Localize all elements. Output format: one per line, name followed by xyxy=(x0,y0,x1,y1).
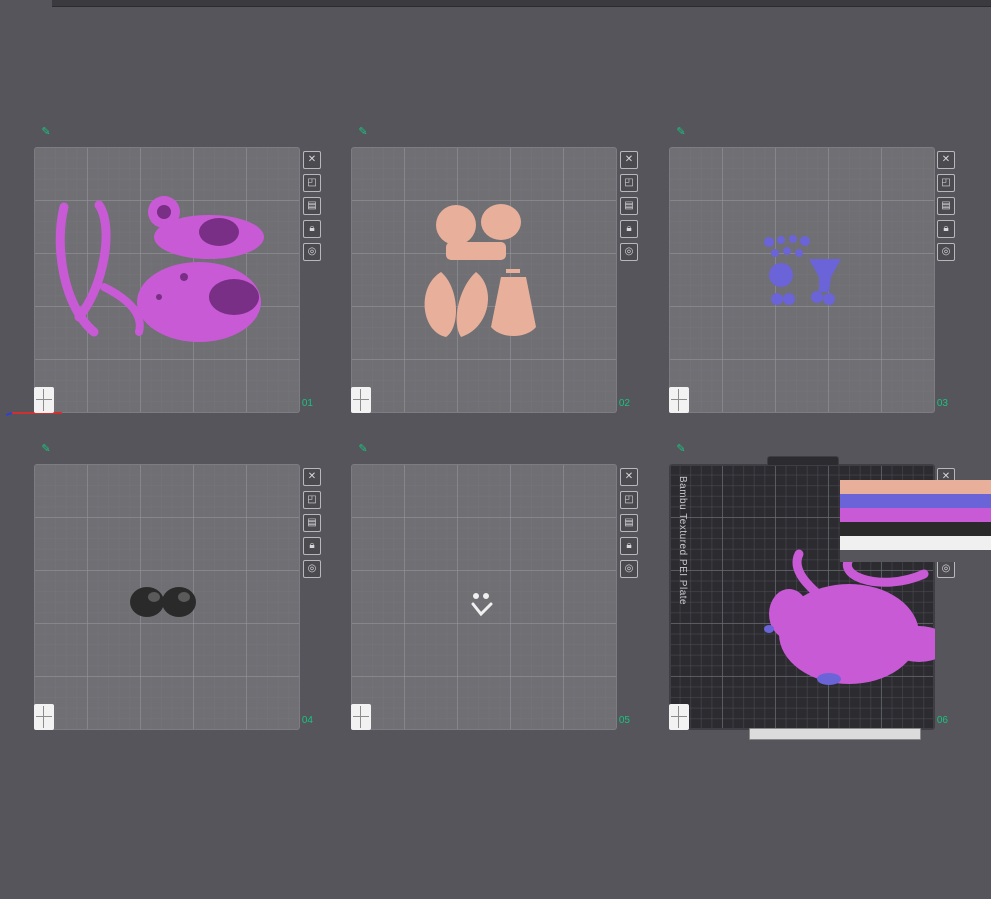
settings-icon[interactable]: ◎ xyxy=(303,243,321,261)
lock-icon[interactable]: 🔒︎ xyxy=(937,220,955,238)
plate-footer xyxy=(749,728,921,740)
plate-4-models xyxy=(130,587,196,617)
arrange-icon[interactable]: ▤ xyxy=(620,514,638,532)
plate-2[interactable]: 02 xyxy=(351,147,630,413)
plate-grid-icon[interactable] xyxy=(34,704,54,730)
settings-icon[interactable]: ◎ xyxy=(937,243,955,261)
lock-icon[interactable]: 🔒︎ xyxy=(303,537,321,555)
plate-grid-icon[interactable] xyxy=(351,387,371,413)
settings-icon[interactable]: ◎ xyxy=(303,560,321,578)
pencil-icon[interactable]: ✎ xyxy=(40,443,52,455)
pencil-icon[interactable]: ✎ xyxy=(357,443,369,455)
auto-orient-icon[interactable]: ◰ xyxy=(303,174,321,192)
auto-orient-icon[interactable]: ◰ xyxy=(620,491,638,509)
close-icon[interactable]: ✕ xyxy=(620,151,638,169)
plate-1-toolbar: ✕ ◰ ▤ 🔒︎ ◎ xyxy=(303,151,321,266)
lock-icon[interactable]: 🔒︎ xyxy=(620,220,638,238)
settings-icon[interactable]: ◎ xyxy=(620,243,638,261)
auto-orient-icon[interactable]: ◰ xyxy=(620,174,638,192)
plate-1-models xyxy=(55,196,264,342)
close-icon[interactable]: ✕ xyxy=(303,468,321,486)
plate-grid-icon[interactable] xyxy=(34,387,54,413)
plate-4[interactable]: 04 xyxy=(34,464,313,730)
top-toolbar xyxy=(52,0,991,7)
lock-icon[interactable]: 🔒︎ xyxy=(620,537,638,555)
plate-5-toolbar: ✕ ◰ ▤ 🔒︎ ◎ xyxy=(620,468,638,583)
plate-grid-icon[interactable] xyxy=(351,704,371,730)
plate-5[interactable]: 05 xyxy=(351,464,630,730)
plate-number: 03 xyxy=(936,398,948,409)
lock-icon[interactable]: 🔒︎ xyxy=(303,220,321,238)
auto-orient-icon[interactable]: ◰ xyxy=(303,491,321,509)
settings-icon[interactable]: ◎ xyxy=(620,560,638,578)
plate-number: 06 xyxy=(936,715,948,726)
plate-3-models xyxy=(764,235,841,305)
plate-4-toolbar: ✕ ◰ ▤ 🔒︎ ◎ xyxy=(303,468,321,583)
close-icon[interactable]: ✕ xyxy=(303,151,321,169)
pencil-icon[interactable]: ✎ xyxy=(675,443,687,455)
plate-grid-icon[interactable] xyxy=(669,387,689,413)
close-icon[interactable]: ✕ xyxy=(620,468,638,486)
plate-number: 02 xyxy=(618,398,630,409)
filament-color-stack xyxy=(840,480,991,562)
plate-grid-icon[interactable] xyxy=(669,704,689,730)
plate-3[interactable]: 03 xyxy=(669,147,948,413)
arrange-icon[interactable]: ▤ xyxy=(620,197,638,215)
plate-3-toolbar: ✕ ◰ ▤ 🔒︎ ◎ xyxy=(937,151,955,266)
plate-1[interactable]: 01 xyxy=(6,147,313,416)
arrange-icon[interactable]: ▤ xyxy=(303,514,321,532)
auto-orient-icon[interactable]: ◰ xyxy=(937,174,955,192)
pencil-icon[interactable]: ✎ xyxy=(357,126,369,138)
arrange-icon[interactable]: ▤ xyxy=(303,197,321,215)
arrange-icon[interactable]: ▤ xyxy=(937,197,955,215)
settings-icon[interactable]: ◎ xyxy=(937,560,955,578)
pencil-icon[interactable]: ✎ xyxy=(40,126,52,138)
plate-number: 01 xyxy=(301,398,313,409)
plate-number: 05 xyxy=(618,715,630,726)
plate-number: 04 xyxy=(301,715,313,726)
plate-2-toolbar: ✕ ◰ ▤ 🔒︎ ◎ xyxy=(620,151,638,266)
close-icon[interactable]: ✕ xyxy=(937,151,955,169)
plate-5-models xyxy=(471,593,493,617)
pencil-icon[interactable]: ✎ xyxy=(675,126,687,138)
plate-2-models xyxy=(424,204,536,337)
